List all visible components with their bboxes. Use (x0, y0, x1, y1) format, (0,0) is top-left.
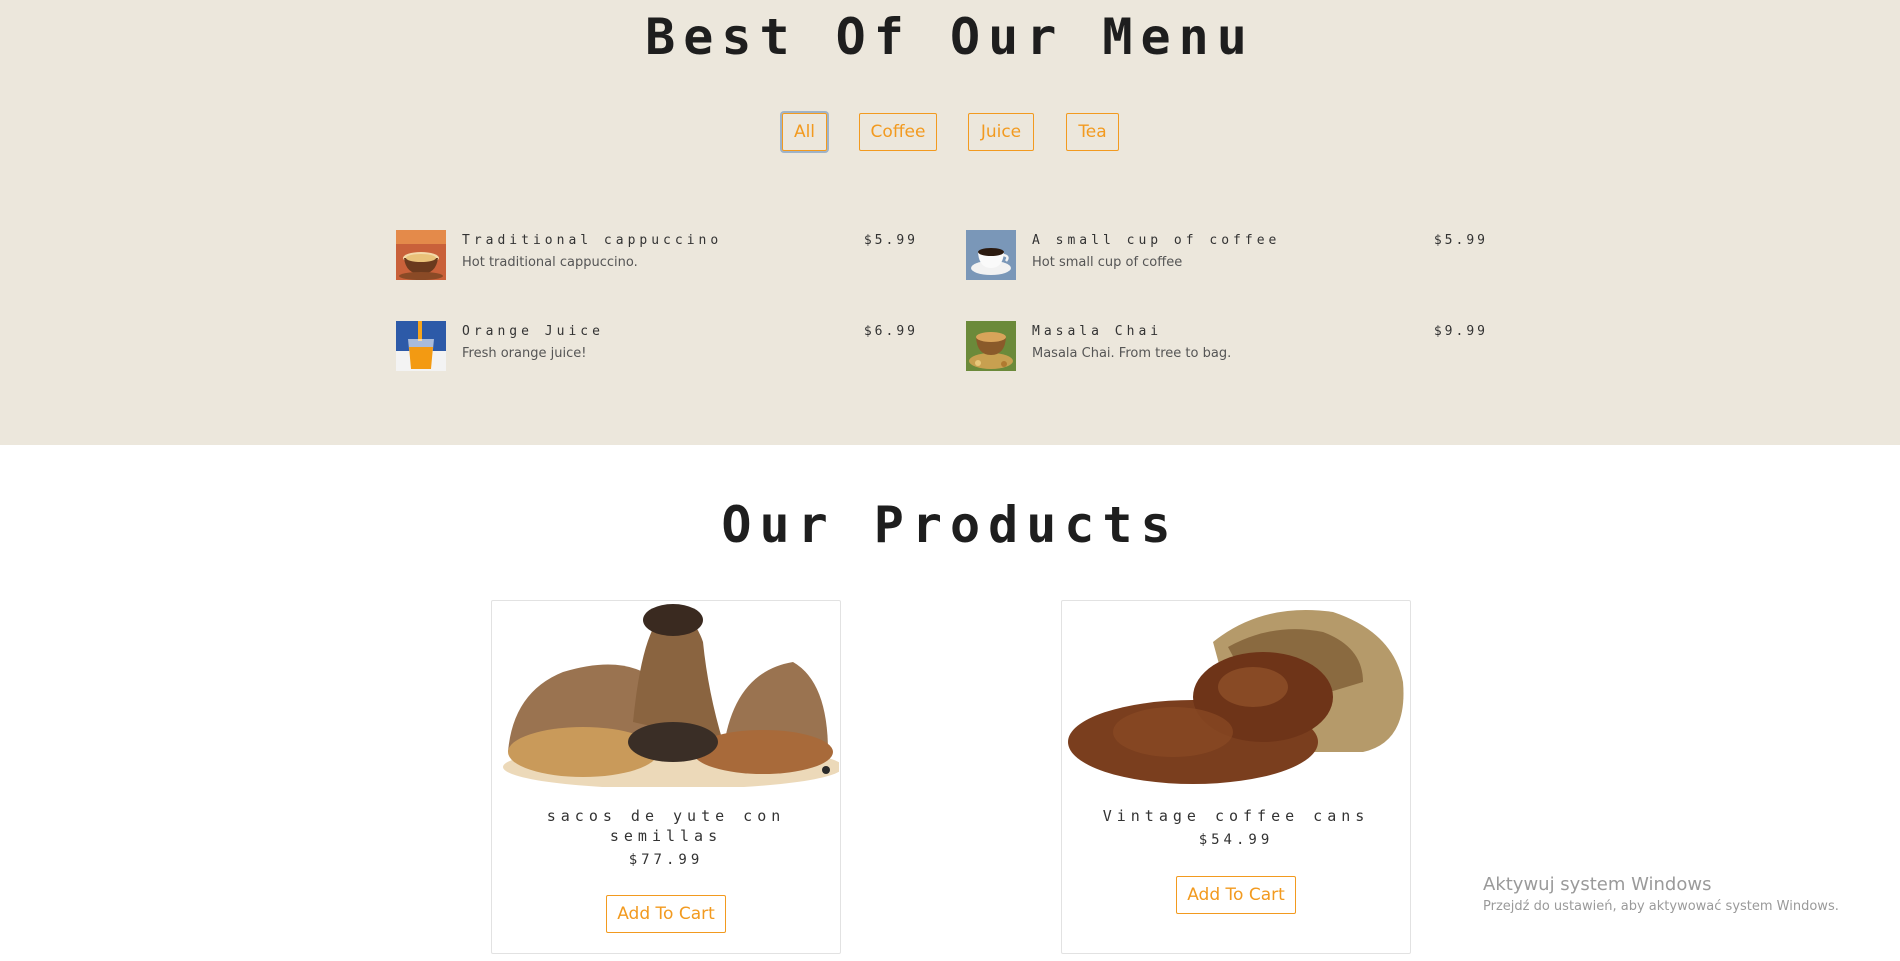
product-card: sacos de yute con semillas $77.99 Add To… (491, 600, 841, 954)
menu-item-description: Fresh orange juice! (462, 346, 587, 361)
orange-juice-image (396, 321, 446, 371)
product-price: $77.99 (628, 852, 704, 868)
cappuccino-image (396, 230, 446, 280)
menu-section: Best Of Our Menu All Coffee Juice Tea Tr… (0, 0, 1900, 445)
menu-item-description: Hot small cup of coffee (1032, 255, 1183, 270)
menu-item-price: $5.99 (863, 233, 918, 248)
filter-coffee-button[interactable]: Coffee (859, 113, 937, 151)
menu-item[interactable]: Masala Chai $9.99 Masala Chai. From tree… (966, 321, 1488, 373)
products-title: Our Products (721, 496, 1179, 554)
menu-item-price: $9.99 (1433, 324, 1488, 339)
coffee-beans-sack-image (1063, 602, 1409, 787)
filter-tea-button[interactable]: Tea (1066, 113, 1119, 151)
watermark-subtitle: Przejdź do ustawień, aby aktywować syste… (1483, 899, 1839, 914)
menu-item-description: Masala Chai. From tree to bag. (1032, 346, 1232, 361)
product-card: Vintage coffee cans $54.99 Add To Cart (1061, 600, 1411, 954)
coffee-cup-image (966, 230, 1016, 280)
filter-juice-button[interactable]: Juice (968, 113, 1034, 151)
product-price: $54.99 (1198, 832, 1274, 848)
add-to-cart-button[interactable]: Add To Cart (1176, 876, 1296, 914)
add-to-cart-button[interactable]: Add To Cart (606, 895, 726, 933)
menu-item-name: Orange Juice (462, 324, 604, 339)
menu-item-name: Masala Chai (1032, 324, 1163, 339)
menu-item[interactable]: A small cup of coffee $5.99 Hot small cu… (966, 230, 1488, 282)
filter-all-button[interactable]: All (782, 113, 827, 151)
windows-activation-watermark: Aktywuj system Windows Przejdź do ustawi… (1483, 873, 1839, 916)
menu-item[interactable]: Traditional cappuccino $5.99 Hot traditi… (396, 230, 918, 282)
menu-item-price: $5.99 (1433, 233, 1488, 248)
watermark-title: Aktywuj system Windows (1483, 874, 1712, 895)
menu-item-name: A small cup of coffee (1032, 233, 1281, 248)
menu-item-description: Hot traditional cappuccino. (462, 255, 638, 270)
product-name: sacos de yute con semillas (546, 807, 786, 845)
product-name: Vintage coffee cans (1102, 807, 1370, 825)
menu-filter-bar: All Coffee Juice Tea (0, 113, 1900, 151)
jute-sacks-seeds-image (493, 602, 839, 787)
menu-item-name: Traditional cappuccino (462, 233, 723, 248)
masala-chai-image (966, 321, 1016, 371)
menu-item[interactable]: Orange Juice $6.99 Fresh orange juice! (396, 321, 918, 373)
menu-item-price: $6.99 (863, 324, 918, 339)
menu-title: Best Of Our Menu (645, 8, 1255, 66)
